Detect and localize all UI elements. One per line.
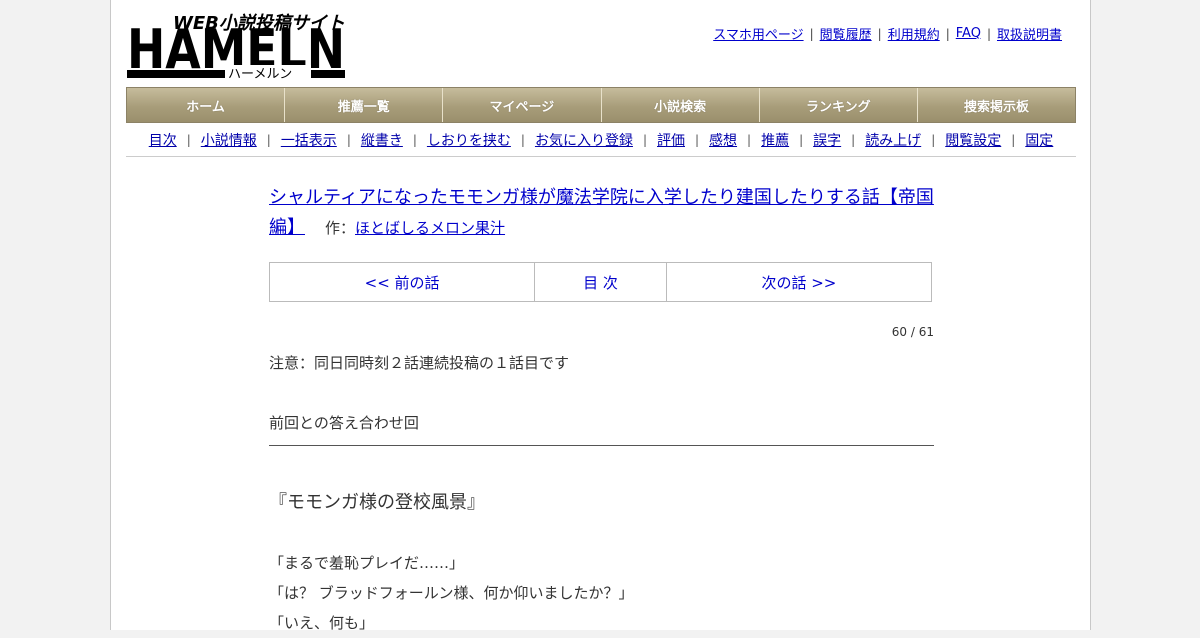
section-title: 『モモンガ様の登校風景』 xyxy=(269,492,485,513)
chapter-preface: 前回との答え合わせ回 xyxy=(269,414,419,432)
history-link[interactable]: 閲覧履歴 xyxy=(820,24,872,43)
author-link[interactable]: ほとばしるメロン果汁 xyxy=(355,219,505,237)
author-line: 作：ほとばしるメロン果汁 xyxy=(325,219,505,237)
subnav-pin[interactable]: 固定 xyxy=(1025,130,1053,150)
subnav-read-aloud[interactable]: 読み上げ xyxy=(865,130,921,150)
subnav-rating[interactable]: 評価 xyxy=(657,130,685,150)
subnav-bookmark[interactable]: しおりを挟む xyxy=(427,130,511,150)
subnav-toc[interactable]: 目次 xyxy=(149,130,177,150)
logo-kana: ハーメルン xyxy=(228,67,292,80)
body-line: 「まるで羞恥プレイだ……」 xyxy=(269,554,465,572)
subnav-recommend[interactable]: 推薦 xyxy=(761,130,789,150)
novel-subnav: 目次 | 小説情報 | 一括表示 | 縦書き | しおりを挟む | お気に入り登録 | 評価… xyxy=(126,130,1076,150)
header-links: スマホ用ページ | 閲覧履歴 | 利用規約 | FAQ | 取扱説明書 xyxy=(713,24,1062,43)
faq-link[interactable]: FAQ xyxy=(956,26,981,41)
nav-recommendations[interactable]: 推薦一覧 xyxy=(285,88,444,122)
author-notice: 注意：同日同時刻２話連続投稿の１話目です xyxy=(269,354,570,372)
hameln-logo[interactable]: WEB小説投稿サイト HAMELN ハーメルン xyxy=(127,10,345,80)
next-chapter-link[interactable]: 次の話 >> xyxy=(667,263,931,301)
subnav-vertical[interactable]: 縦書き xyxy=(361,130,403,150)
chapter-body: 「まるで羞恥プレイだ……」 「は？ ブラッドフォールン様、何か仰いましたか？」 … xyxy=(269,548,633,638)
nav-mypage[interactable]: マイページ xyxy=(443,88,602,122)
smartphone-page-link[interactable]: スマホ用ページ xyxy=(713,24,803,43)
page-container: WEB小説投稿サイト HAMELN ハーメルン スマホ用ページ | 閲覧履歴 |… xyxy=(110,0,1091,632)
novel-header: シャルティアになったモモンガ様が魔法学院に入学したり建国したりする話【帝国編】作… xyxy=(269,183,934,243)
subnav-divider xyxy=(126,156,1076,157)
preface-divider xyxy=(269,445,934,446)
subnav-comments[interactable]: 感想 xyxy=(709,130,737,150)
main-nav: ホーム 推薦一覧 マイページ 小説検索 ランキング 捜索掲示板 xyxy=(126,87,1076,123)
manual-link[interactable]: 取扱説明書 xyxy=(997,24,1062,43)
prev-chapter-link[interactable]: << 前の話 xyxy=(270,263,536,301)
body-line: 「は？ ブラッドフォールン様、何か仰いましたか？」 xyxy=(269,584,634,602)
nav-ranking[interactable]: ランキング xyxy=(760,88,918,122)
nav-home[interactable]: ホーム xyxy=(127,88,286,122)
subnav-view-settings[interactable]: 閲覧設定 xyxy=(945,130,1001,150)
subnav-novel-info[interactable]: 小説情報 xyxy=(201,130,257,150)
chapter-pager: << 前の話 目 次 次の話 >> xyxy=(269,262,932,302)
chapter-count: 60 / 61 xyxy=(891,325,934,339)
toc-link[interactable]: 目 次 xyxy=(535,263,667,301)
subnav-typo[interactable]: 誤字 xyxy=(813,130,841,150)
terms-link[interactable]: 利用規約 xyxy=(888,24,940,43)
nav-novel-search[interactable]: 小説検索 xyxy=(602,88,760,122)
nav-search-board[interactable]: 捜索掲示板 xyxy=(918,88,1075,122)
author-prefix: 作： xyxy=(325,219,356,237)
subnav-show-all[interactable]: 一括表示 xyxy=(281,130,337,150)
subnav-favorite[interactable]: お気に入り登録 xyxy=(535,130,633,150)
body-line: 「いえ、何も」 xyxy=(269,614,375,632)
